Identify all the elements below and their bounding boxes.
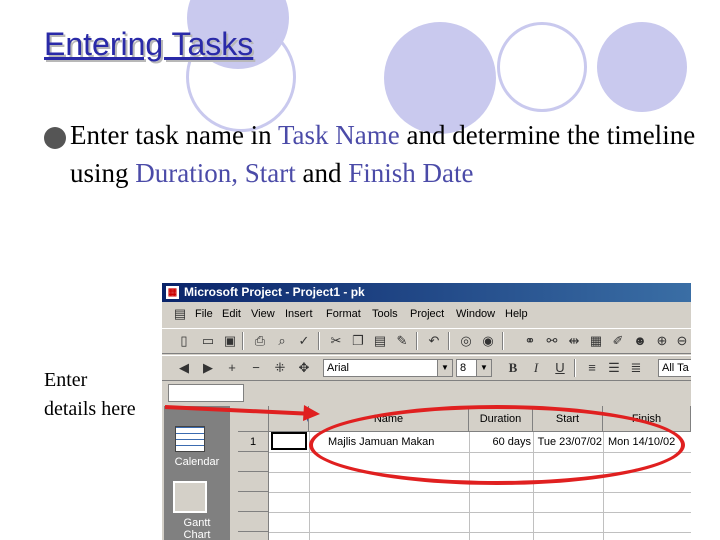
body-highlight-duration: Duration xyxy=(135,158,232,188)
new-icon[interactable]: ▯ xyxy=(176,333,192,349)
row-header[interactable] xyxy=(238,452,269,472)
zoom-in-icon[interactable]: ⊕ xyxy=(654,333,670,349)
body-text-and: and xyxy=(295,158,349,188)
align-right-icon[interactable]: ≣ xyxy=(628,360,644,376)
view-calendar-label[interactable]: Calendar xyxy=(164,456,230,468)
font-name-select[interactable]: Arial ▼ xyxy=(323,359,453,377)
calendar-view-icon[interactable] xyxy=(175,426,205,452)
header-indicators[interactable]: i xyxy=(269,406,309,432)
row-header[interactable] xyxy=(238,472,269,492)
link-tasks-icon[interactable]: ⚭ xyxy=(522,333,538,349)
grid-line xyxy=(269,492,691,493)
window-titlebar: ▦ Microsoft Project - Project1 - pk xyxy=(162,283,691,302)
save-icon[interactable]: ▣ xyxy=(222,333,238,349)
chevron-down-icon[interactable]: ▼ xyxy=(476,360,491,376)
toolbar-separator xyxy=(574,359,576,377)
filter-value: All Ta xyxy=(662,362,689,374)
body-highlight-task-name: Task Name xyxy=(277,120,400,150)
arrow-left-icon[interactable]: ◀ xyxy=(176,360,192,376)
entry-bar xyxy=(162,384,691,404)
row-header[interactable] xyxy=(238,532,269,540)
align-left-icon[interactable]: ≡ xyxy=(584,360,600,376)
body-text-comma: , xyxy=(231,158,245,188)
gantt-chart-view-icon[interactable] xyxy=(173,481,207,513)
row-header[interactable]: 1 xyxy=(238,432,269,452)
show-icon[interactable]: ✥ xyxy=(296,360,312,376)
show-subtasks-icon[interactable]: ⁜ xyxy=(272,360,288,376)
minus-icon[interactable]: − xyxy=(248,360,264,376)
body-highlight-finish-date: Finish Date xyxy=(348,158,474,188)
callout-line-2: details here xyxy=(44,398,136,420)
bullet-icon xyxy=(44,127,66,149)
header-row-id xyxy=(238,406,269,432)
document-menu-icon[interactable]: ▤ xyxy=(172,306,188,322)
body-text-1: Enter task name in xyxy=(70,120,278,150)
menu-bar: ▤ File Edit View Insert Format Tools Pro… xyxy=(162,305,691,325)
menu-window[interactable]: Window xyxy=(456,308,495,320)
slide-body-text: Enter task name in Task Name and determi… xyxy=(70,116,710,192)
row-header[interactable] xyxy=(238,512,269,532)
callout-line-1: Enter xyxy=(44,369,88,391)
formatting-toolbar: ◀ ▶ + − ⁜ ✥ Arial ▼ 8 ▼ B I U ≡ ☰ ≣ All … xyxy=(162,355,691,381)
underline-button[interactable]: U xyxy=(552,360,568,376)
insert-hyperlink-icon[interactable]: ◎ xyxy=(458,333,474,349)
toolbar-separator xyxy=(448,332,450,350)
entry-field[interactable] xyxy=(168,384,244,402)
task-notes-icon[interactable]: ✐ xyxy=(610,333,626,349)
cut-icon[interactable]: ✂ xyxy=(328,333,344,349)
italic-button[interactable]: I xyxy=(528,360,544,376)
paste-icon[interactable]: ▤ xyxy=(372,333,388,349)
print-preview-icon[interactable]: ⌕ xyxy=(274,333,290,349)
view-bar: Calendar Gantt Chart xyxy=(164,406,230,540)
plus-icon[interactable]: + xyxy=(224,360,240,376)
callout-text: Enter details here xyxy=(44,366,136,424)
grid-line xyxy=(269,532,691,533)
bold-button[interactable]: B xyxy=(505,360,521,376)
font-name-value: Arial xyxy=(327,362,350,374)
menu-format[interactable]: Format xyxy=(326,308,361,320)
menu-edit[interactable]: Edit xyxy=(222,308,241,320)
window-title: Microsoft Project - Project1 - pk xyxy=(184,285,365,299)
spelling-icon[interactable]: ✓ xyxy=(296,333,312,349)
unlink-tasks-icon[interactable]: ⚯ xyxy=(544,333,560,349)
undo-icon[interactable]: ↶ xyxy=(426,333,442,349)
split-task-icon[interactable]: ⇹ xyxy=(566,333,582,349)
toolbar-separator xyxy=(502,332,504,350)
menu-help[interactable]: Help xyxy=(505,308,528,320)
menu-tools[interactable]: Tools xyxy=(372,308,398,320)
align-center-icon[interactable]: ☰ xyxy=(606,360,622,376)
font-size-select[interactable]: 8 ▼ xyxy=(456,359,492,377)
toolbar-separator xyxy=(318,332,320,350)
print-icon[interactable]: ⎙ xyxy=(252,333,268,349)
task-info-icon[interactable]: ▦ xyxy=(588,333,604,349)
highlight-ellipse xyxy=(309,405,685,485)
slide-title: Entering Tasks xyxy=(44,26,254,62)
font-size-value: 8 xyxy=(460,362,467,374)
format-painter-icon[interactable]: ✎ xyxy=(394,333,410,349)
arrow-right-icon[interactable]: ▶ xyxy=(200,360,216,376)
decor-circle xyxy=(597,22,687,112)
view-gantt-label[interactable]: Gantt xyxy=(164,517,230,529)
decor-ring xyxy=(497,22,587,112)
menu-view[interactable]: View xyxy=(251,308,275,320)
standard-toolbar: ▯ ▭ ▣ ⎙ ⌕ ✓ ✂ ❐ ▤ ✎ ↶ ◎ ◉ ⚭ ⚯ ⇹ ▦ ✐ ☻ ⊕ … xyxy=(162,328,691,354)
toolbar-separator xyxy=(242,332,244,350)
menu-insert[interactable]: Insert xyxy=(285,308,313,320)
filter-select[interactable]: All Ta xyxy=(658,359,691,377)
zoom-out-icon[interactable]: ⊖ xyxy=(674,333,690,349)
toolbar-separator xyxy=(416,332,418,350)
chevron-down-icon[interactable]: ▼ xyxy=(437,360,452,376)
cell-indicator[interactable] xyxy=(271,432,307,450)
assign-resources-icon[interactable]: ☻ xyxy=(632,333,648,349)
grid-line xyxy=(269,512,691,513)
body-highlight-start: Start xyxy=(244,158,296,188)
row-header[interactable] xyxy=(238,492,269,512)
open-icon[interactable]: ▭ xyxy=(200,333,216,349)
copy-icon[interactable]: ❐ xyxy=(350,333,366,349)
project-app-icon: ▦ xyxy=(166,286,179,299)
menu-file[interactable]: File xyxy=(195,308,213,320)
web-icon[interactable]: ◉ xyxy=(480,333,496,349)
view-gantt-label-2[interactable]: Chart xyxy=(164,529,230,540)
menu-project[interactable]: Project xyxy=(410,308,444,320)
